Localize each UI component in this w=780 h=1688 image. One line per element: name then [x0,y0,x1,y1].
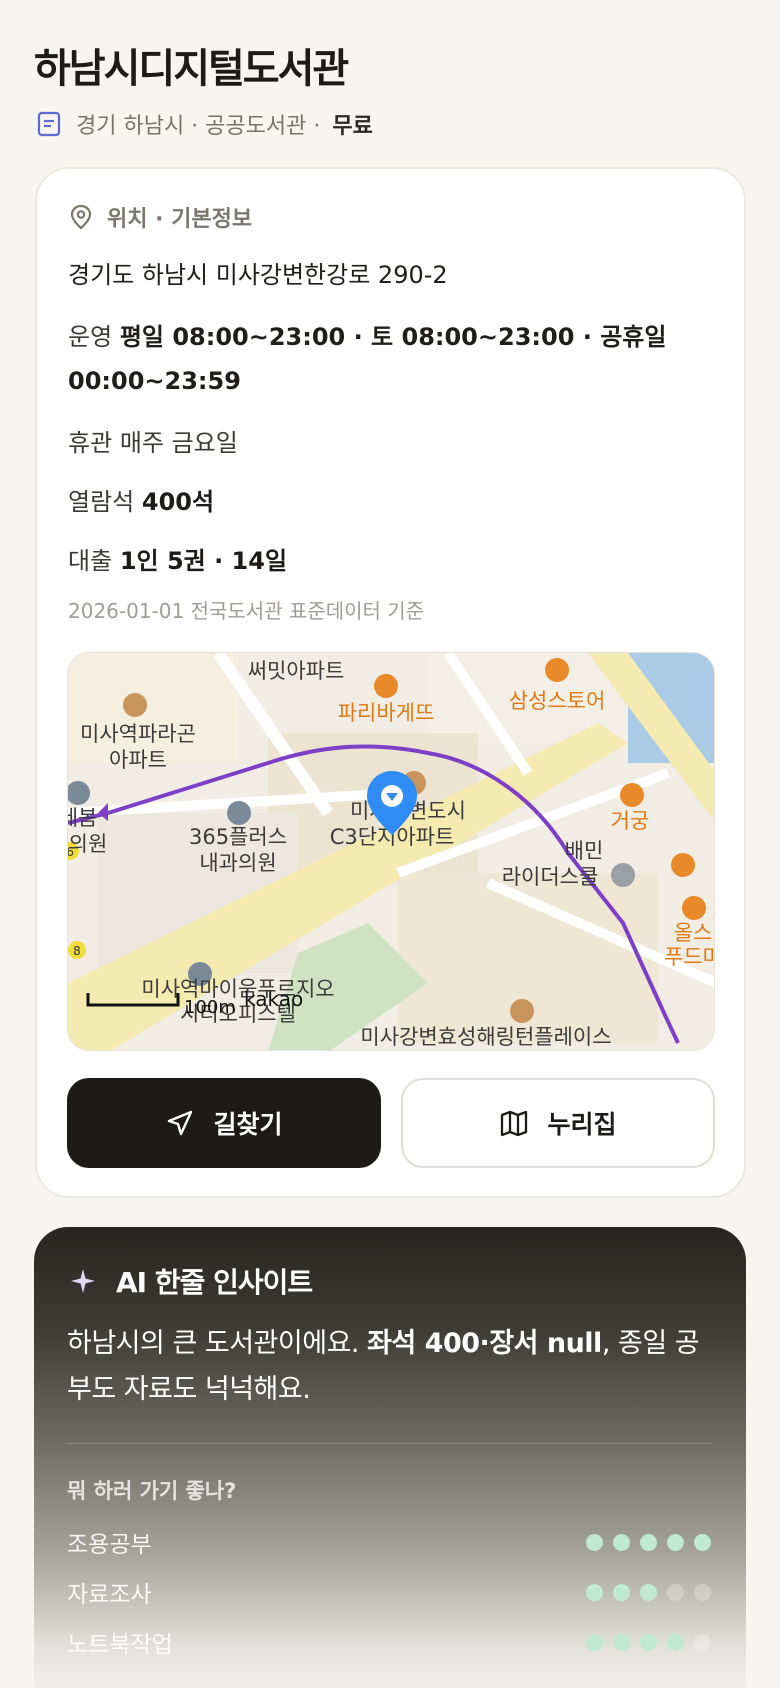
map-label: 미사강변효성해링턴플레이스 [360,1025,611,1049]
map-label: 의원 [69,832,108,856]
homepage-label: 누리집 [547,1110,617,1139]
closed-value: 매주 금요일 [119,429,238,457]
homepage-button[interactable]: 누리집 [401,1078,715,1168]
map-label: 거궁 [611,809,650,833]
map-label: 올스 [674,921,713,945]
map-label: 배민 [565,839,604,863]
location-pin-icon [70,204,92,230]
map-label: 365플러스 [189,825,287,849]
closed-row: 휴관 매주 금요일 [68,423,238,458]
rating-dot-filled [667,1533,684,1551]
page-title: 하남시디지털도서관 [34,46,349,92]
rating-dot-filled [586,1583,603,1601]
document-icon [37,111,61,137]
rating-dot-empty [667,1583,684,1601]
seats-label: 열람석 [68,488,135,516]
map-provider: kakao [244,987,303,1011]
seats-value: 400석 [141,488,215,516]
map-label: 미사역마이움푸르지오 [141,977,334,1001]
rating-dot-filled [613,1533,630,1551]
purpose-rating [586,1633,711,1651]
rating-dot-filled [640,1633,657,1651]
map-label: 삼성스토어 [509,689,606,713]
loan-label: 대출 [68,547,113,575]
ai-title: AI 한줄 인사이트 [116,1266,313,1299]
info-card: 위치 · 기본정보 경기도 하남시 미사강변한강로 290-2 운영 평일 08… [35,167,746,1198]
data-basis: 2026-01-01 전국도서관 표준데이터 기준 [68,599,425,623]
divider [67,1443,711,1444]
map-label: 세봄 [68,806,97,830]
map-label: 아파트 [109,748,167,772]
map-icon [501,1110,528,1137]
hours-label: 운영 [68,323,113,351]
seats-row: 열람석 400석 [68,482,214,517]
rating-dot-empty [694,1633,711,1651]
purpose-row: 조용공부 [67,1525,711,1559]
rating-dot-filled [586,1533,603,1551]
rating-dot-empty [694,1583,711,1601]
ai-summary: 하남시의 큰 도서관이에요. 좌석 400·장서 null, 종일 공부도 자료… [67,1328,700,1405]
rating-dot-filled [613,1583,630,1601]
purpose-rating [586,1533,711,1551]
map-label: 미사역파라곤 [80,722,196,746]
loan-value: 1인 5권 · 14일 [119,547,288,575]
map-label: 파리바게뜨 [338,701,435,725]
purpose-rating [586,1583,711,1601]
fee-badge: 무료 [332,114,373,139]
library-meta-text: 경기 하남시 · 공공도서관 · [76,114,321,139]
loan-row: 대출 1인 5권 · 14일 [68,541,287,576]
directions-label: 길찾기 [213,1110,283,1139]
hours-value: 평일 08:00~23:00 · 토 08:00~23:00 · 공휴일 00:… [68,323,667,395]
purpose-question: 뭐 하러 가기 좋나? [67,1479,237,1503]
ai-insight-card: AI 한줄 인사이트 하남시의 큰 도서관이에요. 좌석 400·장서 null… [34,1227,746,1688]
location-map[interactable]: 8 6 써밋아파트 파리바게뜨 삼성스토어 미사역파라곤 아파트 세봄 의원 3… [67,652,715,1051]
purpose-label: 노트북작업 [67,1632,173,1658]
rating-dot-filled [640,1583,657,1601]
purpose-row: 자료조사 [67,1575,711,1609]
section-header: 위치 · 기본정보 [69,201,252,233]
map-scale: 100m [184,997,236,1018]
address: 경기도 하남시 미사강변한강로 290-2 [68,261,448,289]
library-meta: 경기 하남시 · 공공도서관 · 무료 [36,108,373,140]
purpose-row: 노트북작업 [67,1625,711,1659]
navigation-arrow-icon [168,1110,193,1136]
map-label: 푸드마 [664,945,715,969]
rating-dot-filled [640,1533,657,1551]
directions-button[interactable]: 길찾기 [67,1078,381,1168]
rating-dot-filled [586,1633,603,1651]
svg-text:8: 8 [73,944,81,958]
sparkle-icon [71,1269,95,1293]
hours: 운영 평일 08:00~23:00 · 토 08:00~23:00 · 공휴일 … [68,315,688,403]
purpose-label: 조용공부 [67,1532,152,1558]
section-title: 위치 · 기본정보 [107,207,253,232]
ai-header: AI 한줄 인사이트 [70,1261,313,1301]
closed-label: 휴관 [68,429,113,457]
rating-dot-filled [613,1633,630,1651]
rating-dot-filled [667,1633,684,1651]
map-label: 내과의원 [199,851,276,875]
map-label: 라이더스쿨 [502,865,599,889]
purpose-label: 자료조사 [67,1582,152,1608]
map-label: 써밋아파트 [248,659,345,683]
rating-dot-filled [694,1533,711,1551]
